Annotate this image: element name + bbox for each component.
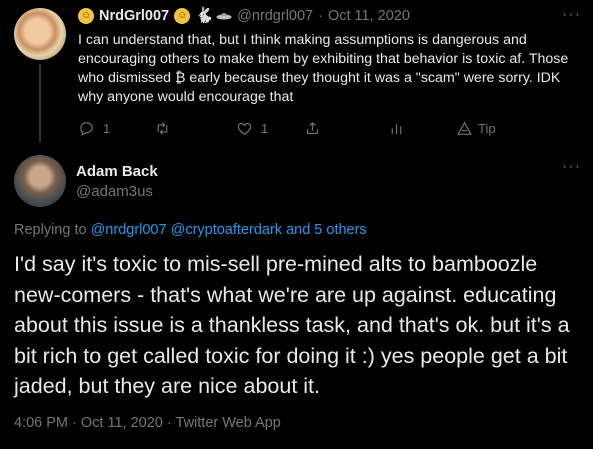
replying-to-user-link[interactable]: @nrdgrl007 — [91, 222, 167, 238]
like-count: 1 — [261, 120, 269, 136]
tweet-more-button[interactable]: ··· — [562, 158, 581, 176]
reply-context-more-button[interactable]: ··· — [562, 6, 581, 24]
tweet-handle[interactable]: @adam3us — [76, 183, 153, 200]
share-button[interactable] — [304, 120, 388, 137]
avatar-adam3us[interactable] — [14, 155, 66, 207]
tweet-client[interactable]: Twitter Web App — [176, 415, 281, 431]
tweet-meta-separator: · — [72, 415, 77, 431]
heart-icon — [237, 122, 252, 135]
reply-context-date[interactable]: Oct 11, 2020 — [328, 8, 410, 24]
tweet-display-name[interactable]: Adam Back — [76, 163, 158, 180]
reply-count: 1 — [103, 120, 111, 136]
retweet-icon — [157, 121, 168, 135]
tweet-meta: 4:06 PM · Oct 11, 2020 · Twitter Web App — [14, 415, 281, 431]
replying-to-user-link[interactable]: @cryptoafterdark — [171, 222, 282, 238]
avatar-nrdgrl007[interactable] — [14, 8, 66, 60]
reply-context-action-bar: 1 1 Tip — [78, 118, 508, 138]
reply-context-header: ☺ NrdGrl007 ☺ 🐇 @nrdgrl007 · Oct 11, 202… — [78, 8, 410, 24]
tweet-text: I'd say it's toxic to mis-sell pre-mined… — [14, 252, 570, 398]
flying-saucer-emoji-icon — [216, 8, 232, 24]
retweet-button[interactable] — [154, 120, 236, 137]
analytics-button[interactable] — [388, 120, 456, 137]
tweet-meta-separator: · — [166, 415, 172, 431]
analytics-icon — [391, 123, 402, 134]
tip-label: Tip — [478, 120, 496, 136]
reply-context-display-name[interactable]: NrdGrl007 — [99, 8, 169, 24]
tip-icon — [457, 121, 472, 135]
like-button[interactable]: 1 — [236, 120, 304, 137]
reply-icon — [80, 121, 93, 136]
reply-context-handle[interactable]: @nrdgrl007 — [237, 8, 313, 24]
rabbit-emoji-icon: 🐇 — [195, 7, 214, 24]
replying-to-others-link[interactable]: and 5 others — [286, 222, 367, 238]
hugging-face-emoji-icon: ☺ — [78, 8, 94, 24]
replying-to-prefix: Replying to — [14, 222, 87, 238]
reply-context-separator: · — [318, 8, 323, 24]
hugging-face-emoji-icon: ☺ — [174, 8, 191, 24]
tweet-time[interactable]: 4:06 PM — [14, 415, 68, 431]
tweet-date[interactable]: Oct 11, 2020 — [81, 415, 163, 431]
share-icon — [306, 121, 319, 134]
reply-context-text: I can understand that, but I think makin… — [78, 32, 569, 105]
thread-connector-line — [39, 64, 41, 142]
replying-to-line: Replying to @nrdgrl007 @cryptoafterdark … — [14, 222, 367, 238]
reply-button[interactable]: 1 — [78, 120, 154, 137]
tip-button[interactable]: Tip — [456, 120, 496, 137]
